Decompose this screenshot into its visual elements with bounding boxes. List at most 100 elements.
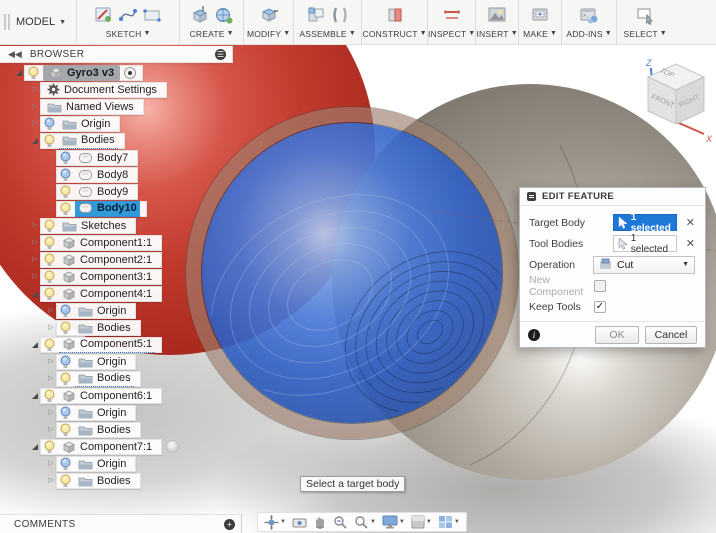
tree-row-component2-1[interactable]: ▷ Component2:1	[0, 251, 233, 268]
bulb-yellow-icon[interactable]	[28, 66, 39, 80]
expand-arrow-icon[interactable]	[30, 137, 40, 144]
rectangle-icon[interactable]	[142, 5, 162, 25]
look-at-button[interactable]	[292, 516, 307, 529]
tree-node-chip[interactable]: Component7:1	[40, 438, 163, 455]
collapse-arrow-icon[interactable]: ▷	[46, 358, 56, 365]
bulb-yellow-icon[interactable]	[60, 474, 71, 488]
tree-node-chip[interactable]: Component2:1	[40, 251, 163, 268]
tree-row-origin[interactable]: ▷ Origin	[0, 353, 233, 370]
toolbar-menu-create[interactable]: CREATE	[190, 29, 225, 39]
node-label-wrap[interactable]: Body9	[75, 184, 131, 200]
comments-panel[interactable]: COMMENTS +	[0, 514, 242, 533]
node-label-wrap[interactable]: Origin	[75, 303, 129, 319]
collapse-arrow-icon[interactable]: ▷	[46, 307, 56, 314]
tree-node-chip[interactable]: Bodies	[56, 421, 141, 438]
tree-row-named-views[interactable]: ▷ Named Views	[0, 98, 233, 115]
node-label-wrap[interactable]: Component6:1	[59, 388, 155, 404]
selection-pill-active[interactable]: 1 selected	[612, 212, 677, 234]
collapse-arrow-icon[interactable]: ▷	[46, 324, 56, 331]
tree-row-origin[interactable]: ▷ Origin	[0, 302, 233, 319]
toolbar-grip[interactable]	[0, 0, 14, 44]
tree-row-bodies[interactable]: ▷ Bodies	[0, 370, 233, 387]
tree-row-sketches[interactable]: ▷ Sketches	[0, 217, 233, 234]
toolbar-menu-sketch[interactable]: SKETCH	[106, 29, 142, 39]
tree-row-component6-1[interactable]: Component6:1	[0, 387, 233, 404]
tree-row-body9[interactable]: Body9	[0, 183, 233, 200]
workspace-model-button[interactable]: MODEL ▼	[14, 0, 76, 44]
node-label-wrap[interactable]: Component1:1	[59, 235, 155, 251]
tree-node-chip[interactable]: Bodies	[40, 132, 125, 149]
tree-row-component5-1[interactable]: Component5:1	[0, 336, 233, 353]
bulb-blue-icon[interactable]	[60, 406, 71, 420]
collapse-arrow-icon[interactable]: ▷	[30, 222, 40, 229]
toolbar-menu-assemble[interactable]: ASSEMBLE	[299, 29, 346, 39]
extrude-icon[interactable]	[190, 5, 210, 25]
tree-node-chip[interactable]: Component1:1	[40, 234, 163, 251]
orbit-button[interactable]: ▼	[264, 514, 286, 530]
node-label-wrap[interactable]: Origin	[59, 116, 113, 132]
toolbar-menu-construct[interactable]: CONSTRUCT	[363, 29, 418, 39]
toolbar-menu-select[interactable]: SELECT	[623, 29, 657, 39]
bulb-yellow-icon[interactable]	[44, 236, 55, 250]
tree-node-chip[interactable]: Document Settings	[40, 81, 167, 98]
toolbar-menu-modify[interactable]: MODIFY	[247, 29, 281, 39]
bulb-blue-icon[interactable]	[60, 355, 71, 369]
clear-selection-icon[interactable]: ✕	[686, 237, 695, 250]
tree-node-chip[interactable]: Sketches	[40, 217, 137, 234]
bulb-blue-icon[interactable]	[44, 117, 55, 131]
tree-node-chip[interactable]: Component4:1	[40, 285, 163, 302]
bulb-yellow-icon[interactable]	[44, 440, 55, 454]
node-label-wrap[interactable]: Component2:1	[59, 252, 155, 268]
node-label-wrap[interactable]: Bodies	[75, 422, 134, 438]
tree-node-chip[interactable]: Body10	[56, 200, 147, 217]
tree-row-bodies[interactable]: ▷ Bodies	[0, 421, 233, 438]
expand-arrow-icon[interactable]	[30, 392, 40, 399]
node-label-wrap[interactable]: Body7	[75, 150, 131, 166]
tree-node-chip[interactable]: Body9	[56, 183, 139, 200]
selected-node-highlight[interactable]: Body10	[75, 200, 140, 217]
tree-row-bodies[interactable]: ▷ Bodies	[0, 472, 233, 489]
display-settings-button[interactable]: ▼	[382, 515, 405, 529]
viewports-button[interactable]: ▼	[438, 515, 460, 529]
cancel-button[interactable]: Cancel	[645, 325, 697, 344]
tree-row-gyro3-v3[interactable]: Gyro3 v3	[0, 64, 233, 81]
insert-image-icon[interactable]	[487, 5, 507, 25]
tree-row-body7[interactable]: Body7	[0, 149, 233, 166]
select-cursor-icon[interactable]	[635, 5, 655, 25]
chevron-down-icon[interactable]: ▼	[454, 519, 460, 525]
node-label-wrap[interactable]: Body8	[75, 167, 131, 183]
bulb-yellow-icon[interactable]	[60, 372, 71, 386]
tree-node-chip[interactable]: Origin	[56, 455, 137, 472]
tree-node-chip[interactable]: Origin	[56, 353, 137, 370]
navigation-toolbar[interactable]: ▼ ▼ ▼ ▼ ▼	[257, 512, 467, 532]
ok-button[interactable]: OK	[595, 325, 639, 344]
tree-node-chip[interactable]: Bodies	[56, 472, 141, 489]
tree-node-chip[interactable]: Body7	[56, 149, 139, 166]
node-label-wrap[interactable]: Bodies	[75, 371, 134, 387]
tree-node-chip[interactable]: Body8	[56, 166, 139, 183]
tree-row-body10[interactable]: Body10	[0, 200, 233, 217]
tree-node-chip[interactable]: Origin	[56, 302, 137, 319]
node-label-wrap[interactable]: Component5:1	[59, 337, 156, 353]
collapse-arrow-icon[interactable]: ▷	[46, 409, 56, 416]
tree-node-chip[interactable]: Component3:1	[40, 268, 163, 285]
bulb-yellow-icon[interactable]	[44, 253, 55, 267]
tree-row-bodies[interactable]: Bodies	[0, 132, 233, 149]
node-label-wrap[interactable]: Component4:1	[59, 286, 155, 302]
chevron-down-icon[interactable]: ▼	[426, 519, 432, 525]
selected-blue-body[interactable]	[202, 123, 502, 423]
bulb-yellow-icon[interactable]	[44, 219, 55, 233]
clear-selection-icon[interactable]: ✕	[686, 216, 695, 229]
zoom-button[interactable]: ▼	[354, 515, 376, 530]
expand-arrow-icon[interactable]	[30, 443, 40, 450]
collapse-arrow-icon[interactable]: ▷	[46, 426, 56, 433]
node-label-wrap[interactable]: Component3:1	[59, 269, 155, 285]
tree-node-chip[interactable]: Component6:1	[40, 387, 163, 404]
collapse-arrow-icon[interactable]: ▷	[30, 103, 40, 110]
bulb-yellow-icon[interactable]	[44, 134, 55, 148]
chevron-down-icon[interactable]: ▼	[399, 519, 405, 525]
bulb-yellow-icon[interactable]	[44, 287, 55, 301]
tree-node-chip[interactable]: Gyro3 v3	[24, 64, 144, 81]
tree-row-body8[interactable]: Body8	[0, 166, 233, 183]
bulb-blue-icon[interactable]	[60, 304, 71, 318]
